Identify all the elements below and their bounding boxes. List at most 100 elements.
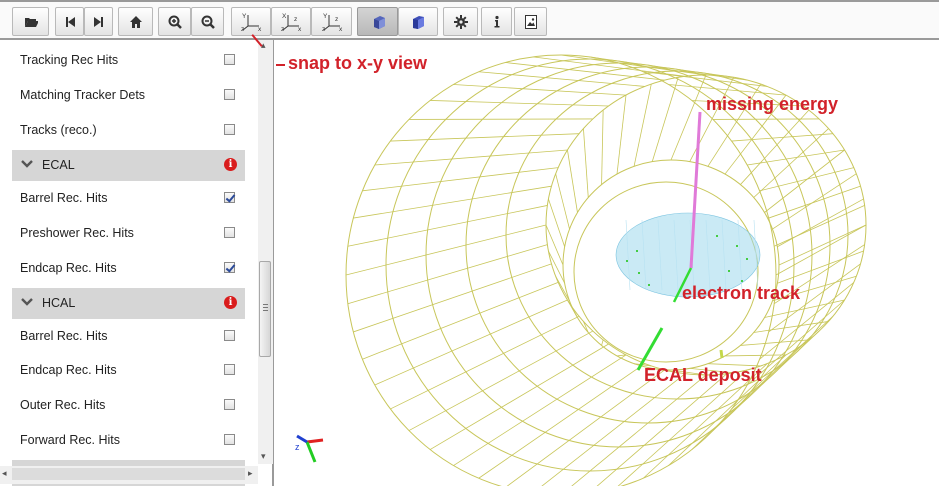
rec-hit-dot <box>716 235 718 237</box>
step-forward-icon <box>93 16 103 27</box>
toolbar: YzxXzxzYzxz <box>0 0 939 40</box>
sidebar-item-endcap-rec-hits: Endcap Rec. Hits <box>12 253 245 284</box>
barrel-segment <box>362 167 559 192</box>
yz-view-button[interactable]: Yzxz <box>311 7 352 36</box>
barrel-segment <box>643 71 768 87</box>
barrel-segment <box>746 299 845 386</box>
rec-hit-dot <box>648 284 650 286</box>
home-view-button[interactable] <box>118 7 153 36</box>
barrel-segment <box>506 369 665 486</box>
endcap-segment <box>740 109 810 185</box>
barrel-segment <box>390 133 580 142</box>
step-backward-icon <box>65 16 75 27</box>
sidebar-horizontal-scrollbar[interactable]: ◂ ▸ <box>0 466 258 484</box>
svg-text:X: X <box>282 13 287 20</box>
zoom-in-button[interactable] <box>158 7 191 36</box>
orthographic-button[interactable] <box>398 7 438 36</box>
visibility-checkbox[interactable] <box>224 434 235 445</box>
visibility-checkbox[interactable] <box>224 192 235 203</box>
info-button[interactable] <box>481 7 512 36</box>
barrel-segment <box>353 263 552 333</box>
visibility-checkbox[interactable] <box>224 399 235 410</box>
sidebar-item-label: Matching Tracker Dets <box>20 88 146 102</box>
save-image-icon <box>524 14 537 29</box>
endcap-segment <box>724 354 787 357</box>
sidebar-item-barrel-rec-hits: Barrel Rec. Hits <box>12 321 245 352</box>
barrel-segment <box>713 118 820 120</box>
rec-hit-dot <box>728 270 730 272</box>
sidebar-item-label: Barrel Rec. Hits <box>20 329 108 343</box>
sidebar-item-label: Preshower Rec. Hits <box>20 226 134 240</box>
endcap-segment <box>567 149 578 213</box>
rec-hit-dot <box>638 272 640 274</box>
chevron-down-icon[interactable] <box>21 296 33 308</box>
sidebar-panel: Tracking Rec Hits Matching Tracker Dets Tr… <box>0 40 274 486</box>
group-label: HCAL <box>42 296 76 310</box>
event-display-3d-view[interactable]: snap to x-y view missing energy electron… <box>276 40 939 486</box>
perspective-cube-icon <box>373 15 385 29</box>
scroll-down-arrow[interactable]: ▾ <box>261 451 266 462</box>
settings-button[interactable] <box>443 7 478 36</box>
info-icon[interactable]: i <box>224 296 237 309</box>
visibility-checkbox[interactable] <box>224 227 235 238</box>
svg-text:z: z <box>322 26 325 32</box>
barrel-segment <box>453 84 627 96</box>
endcap-segment <box>633 83 652 167</box>
zx-view-button[interactable]: Xzxz <box>271 7 311 36</box>
svg-text:x: x <box>258 26 262 32</box>
sidebar-item-outer-rec-hits: Outer Rec. Hits <box>12 390 245 421</box>
barrel-segment <box>408 330 594 431</box>
sidebar-item-forward-rec-hits: Forward Rec. Hits <box>12 425 245 456</box>
previous-event-button[interactable] <box>55 7 84 36</box>
gear-icon <box>453 14 468 29</box>
barrel-segment <box>731 133 833 142</box>
rec-hit-dot <box>636 250 638 252</box>
sidebar-item-label: Endcap Rec. Hits <box>20 363 117 377</box>
sidebar-item-preshower-rec-hits: Preshower Rec. Hits <box>12 218 245 249</box>
next-event-button[interactable] <box>84 7 113 36</box>
ecal-deposit-annotation: ECAL deposit <box>644 365 762 385</box>
horizontal-scroll-track[interactable] <box>12 468 245 480</box>
info-icon[interactable]: i <box>224 158 237 171</box>
visibility-checkbox[interactable] <box>224 330 235 341</box>
missing-energy-annotation: missing energy <box>706 94 839 114</box>
visibility-checkbox[interactable] <box>224 364 235 375</box>
scroll-left-arrow[interactable]: ◂ <box>2 468 7 479</box>
svg-text:x: x <box>298 26 302 32</box>
svg-text:z: z <box>281 26 284 32</box>
zoom-out-icon <box>201 15 215 29</box>
sidebar-item-tracking-rec-hits: Tracking Rec Hits <box>12 45 245 76</box>
group-header-hcal[interactable]: HCAL i <box>12 288 245 319</box>
snap-view-annotation: snap to x-y view <box>288 53 428 73</box>
visibility-checkbox[interactable] <box>224 89 235 100</box>
sidebar-vertical-scrollbar[interactable]: ▴ ▾ <box>258 40 273 464</box>
rec-hit-dot <box>741 280 743 282</box>
barrel-segment <box>747 149 845 166</box>
group-header-ecal[interactable]: ECAL i <box>12 150 245 181</box>
barrel-segment <box>617 369 748 486</box>
orthographic-cube-icon <box>413 15 424 29</box>
xy-view-button[interactable]: Yz x <box>231 7 271 36</box>
grip-line <box>263 310 268 311</box>
barrel-segment <box>775 224 867 276</box>
sidebar-item-label: Outer Rec. Hits <box>20 398 106 412</box>
svg-text:Y: Y <box>242 13 247 20</box>
barrel-segment <box>347 205 548 247</box>
perspective-button[interactable] <box>357 7 398 36</box>
detector-wireframe-scene[interactable] <box>276 40 939 486</box>
scroll-right-arrow[interactable]: ▸ <box>248 468 253 479</box>
sidebar-item-matching-tracker-dets: Matching Tracker Dets <box>12 80 245 111</box>
visibility-checkbox[interactable] <box>224 54 235 65</box>
ecal-deposit-mark <box>719 349 724 359</box>
endcap-segment <box>601 110 604 185</box>
visibility-checkbox[interactable] <box>224 124 235 135</box>
scrollbar-thumb[interactable] <box>259 261 271 357</box>
svg-text:z: z <box>335 16 338 23</box>
chevron-down-icon[interactable] <box>21 158 33 170</box>
zoom-out-button[interactable] <box>191 7 224 36</box>
svg-text:Y: Y <box>323 13 328 20</box>
visibility-checkbox[interactable] <box>224 262 235 273</box>
save-image-button[interactable] <box>514 7 547 36</box>
open-file-button[interactable] <box>12 7 49 36</box>
endcap-segment <box>545 224 564 266</box>
